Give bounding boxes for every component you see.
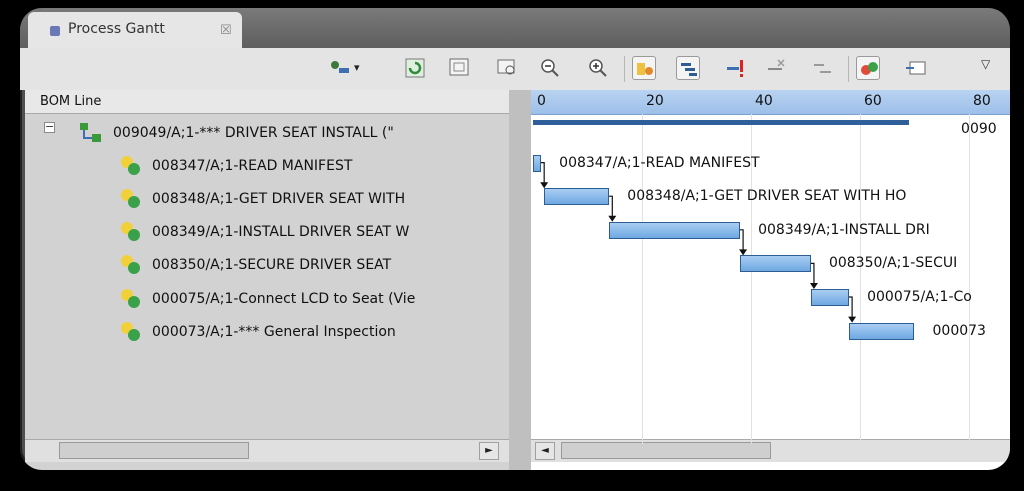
zoom-out-icon	[541, 59, 559, 77]
operation-icon	[121, 289, 140, 308]
tree-row-label: 008347/A;1-READ MANIFEST	[152, 158, 353, 174]
screen-frame: Process Gantt ☒ ▾ ▽ BOM Line − 009049/A;…	[20, 8, 1010, 470]
operation-icon	[121, 189, 140, 208]
toolbar-separator	[624, 56, 625, 82]
scroll-right-arrow-icon[interactable]: ►	[479, 442, 499, 460]
remove-link-icon	[768, 59, 785, 70]
bom-tree-panel: BOM Line − 009049/A;1-*** DRIVER SEAT IN…	[25, 90, 509, 470]
assign-button[interactable]	[856, 56, 880, 80]
view-menu-icon[interactable]: ▽	[981, 57, 990, 71]
operation-icon	[121, 322, 140, 341]
gantt-task-bar[interactable]	[543, 188, 610, 206]
outdent-button[interactable]	[810, 56, 834, 80]
tree-row-label: 000075/A;1-Connect LCD to Seat (Vie	[152, 291, 416, 307]
column-header-bom-line[interactable]: BOM Line	[25, 90, 509, 114]
gantt-task-bar[interactable]	[740, 255, 811, 273]
scroll-thumb[interactable]	[59, 442, 249, 459]
operation-icon	[121, 255, 140, 274]
collapse-icon[interactable]: −	[44, 121, 55, 133]
gantt-task-label: 0090	[961, 121, 997, 137]
timeline-gridline	[969, 114, 970, 444]
gantt-bars-icon	[681, 63, 697, 76]
toolbar: ▾ ▽	[20, 48, 1010, 90]
link-tool-icon	[331, 61, 349, 73]
zoom-selection-button[interactable]	[495, 56, 519, 80]
gantt-summary-bar[interactable]	[533, 120, 910, 125]
operation-icon	[121, 222, 140, 241]
panel-splitter[interactable]	[509, 90, 531, 470]
gantt-task-label: 008347/A;1-READ MANIFEST	[559, 154, 760, 171]
assign-icon	[861, 62, 878, 75]
gantt-task-label: 008349/A;1-INSTALL DRI	[758, 221, 930, 238]
outdent-icon	[814, 64, 831, 73]
resource-icon	[637, 63, 653, 75]
view-tab-bar: Process Gantt ☒	[20, 8, 1010, 48]
gantt-task-bar[interactable]	[849, 322, 915, 340]
toolbar-separator	[848, 56, 849, 82]
tree-row-label: 008349/A;1-INSTALL DRIVER SEAT W	[152, 224, 410, 240]
critical-path-button[interactable]	[724, 56, 748, 80]
scroll-thumb[interactable]	[561, 442, 771, 459]
zoom-out-button[interactable]	[538, 56, 562, 80]
tab-title: Process Gantt	[68, 21, 165, 37]
resource-toggle-button[interactable]	[632, 56, 656, 80]
chevron-down-icon[interactable]: ▾	[354, 61, 360, 74]
scroll-left-arrow-icon[interactable]: ◄	[535, 442, 555, 460]
gantt-horizontal-scrollbar[interactable]: ◄	[531, 439, 1010, 462]
gantt-task-label: 000073	[932, 322, 986, 339]
gantt-task-label: 000075/A;1-Co	[867, 289, 972, 305]
zoom-in-button[interactable]	[586, 56, 610, 80]
fit-icon	[449, 58, 469, 76]
remove-link-button[interactable]	[765, 56, 789, 80]
gantt-task-bar[interactable]	[810, 289, 850, 306]
gantt-task-label: 008350/A;1-SECUI	[828, 255, 958, 272]
tree-horizontal-scrollbar[interactable]: ►	[25, 439, 509, 462]
gantt-view-icon	[50, 26, 60, 36]
refresh-button[interactable]	[403, 56, 427, 80]
timeline-gridline	[860, 114, 861, 444]
operation-icon	[121, 156, 140, 175]
process-structure-icon	[80, 123, 101, 142]
critical-path-icon	[727, 60, 743, 77]
gantt-task-label: 008348/A;1-GET DRIVER SEAT WITH HO	[627, 188, 907, 205]
tab-process-gantt[interactable]: Process Gantt ☒	[28, 12, 242, 48]
gantt-task-bar[interactable]	[533, 154, 542, 172]
refresh-icon	[405, 58, 425, 78]
link-tool-button[interactable]	[328, 56, 352, 80]
gantt-chart-panel: 0 20 40 60 80 ◄ 0090 008347/A;1-READ MANIFEST…	[531, 90, 1010, 470]
tree-row-label: 000073/A;1-*** General Inspection	[152, 324, 396, 340]
export-icon	[906, 61, 926, 75]
tree-row-label: 008350/A;1-SECURE DRIVER SEAT	[152, 257, 392, 273]
zoom-in-icon	[589, 59, 607, 77]
export-button[interactable]	[904, 56, 928, 80]
tree-row-label: 008348/A;1-GET DRIVER SEAT WITH	[152, 191, 406, 207]
gantt-toggle-button[interactable]	[676, 56, 700, 80]
zoom-region-icon	[497, 59, 515, 75]
fit-all-button[interactable]	[447, 56, 471, 80]
tree-row-label: 009049/A;1-*** DRIVER SEAT INSTALL ("	[113, 125, 394, 141]
close-icon[interactable]: ☒	[220, 23, 232, 38]
gantt-task-bar[interactable]	[609, 221, 741, 239]
